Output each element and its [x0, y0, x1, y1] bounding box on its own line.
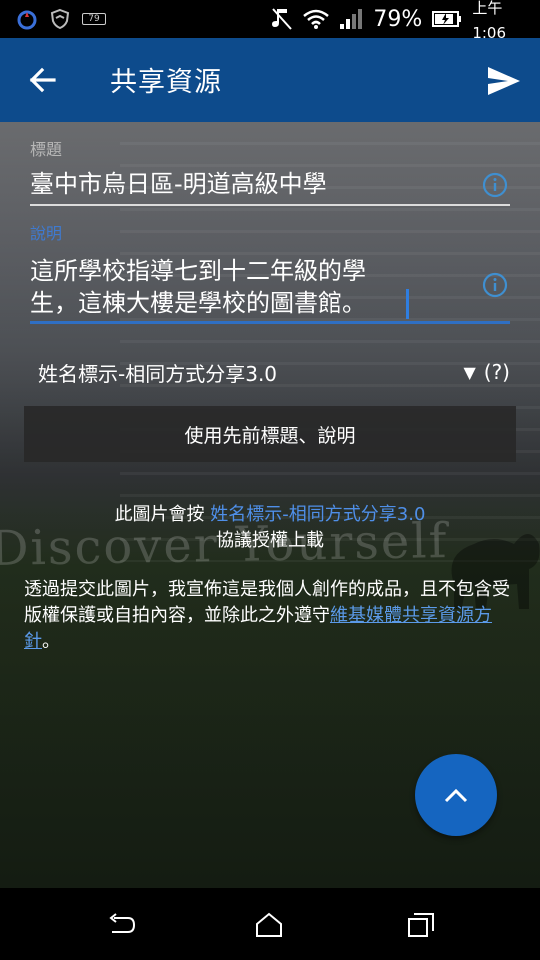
mute-icon	[272, 8, 293, 30]
status-bar: 79 79% 上午1:06	[0, 0, 540, 42]
title-underline	[30, 204, 510, 206]
license-dropdown[interactable]: 姓名標示-相同方式分享3.0 ▼ (?)	[38, 354, 510, 390]
battery-charging-icon	[432, 11, 462, 27]
license-help-link[interactable]: (?)	[484, 360, 510, 384]
app-bar: 共享資源	[0, 38, 540, 122]
description-line-2: 生，這棟大樓是學校的圖書館。	[30, 289, 366, 317]
shield-icon	[50, 8, 70, 30]
battery-percent: 79%	[373, 6, 423, 32]
recents-nav-icon[interactable]	[406, 912, 436, 938]
license-note: 此圖片會按 姓名標示-相同方式分享3.0 協議授權上載	[0, 502, 540, 554]
home-nav-icon[interactable]	[254, 912, 284, 938]
description-line-1: 這所學校指導七到十二年級的學	[30, 257, 366, 285]
send-icon[interactable]	[486, 64, 522, 98]
description-label: 說明	[30, 224, 63, 243]
description-info-icon[interactable]	[482, 272, 508, 298]
terms-end: 。	[42, 631, 60, 652]
license-link[interactable]: 姓名標示-相同方式分享3.0	[210, 504, 425, 525]
dropdown-arrow-icon: ▼	[463, 362, 476, 382]
back-arrow-icon[interactable]	[28, 64, 58, 96]
use-previous-button[interactable]: 使用先前標題、說明	[24, 406, 516, 462]
system-nav-bar	[0, 888, 540, 960]
wifi-icon	[303, 9, 330, 29]
description-underline	[30, 321, 510, 324]
notification-badge: 79	[82, 13, 106, 25]
license-note-suffix: 協議授權上載	[216, 530, 324, 551]
page-title: 共享資源	[110, 67, 222, 98]
upload-form: Discover Yourself 標題 臺中市烏日區-明道高級中學 說明 這所…	[0, 122, 540, 888]
signal-icon	[340, 9, 363, 29]
license-selected: 姓名標示-相同方式分享3.0	[38, 361, 278, 386]
license-note-prefix: 此圖片會按	[114, 504, 211, 525]
title-label: 標題	[30, 140, 63, 159]
title-info-icon[interactable]	[482, 172, 508, 198]
terms-text: 透過提交此圖片，我宣佈這是我個人創作的成品，且不包含受版權保護或自拍內容，並除此…	[24, 577, 516, 655]
scroll-up-button[interactable]	[415, 754, 497, 836]
text-cursor	[406, 289, 409, 319]
app-notification-icon	[17, 10, 37, 30]
title-input[interactable]: 臺中市烏日區-明道高級中學	[30, 167, 327, 201]
back-nav-icon[interactable]	[106, 912, 136, 938]
chevron-up-icon	[444, 788, 468, 803]
